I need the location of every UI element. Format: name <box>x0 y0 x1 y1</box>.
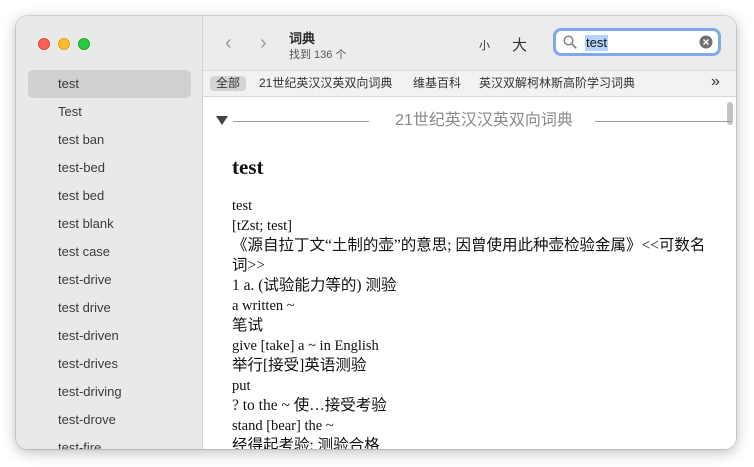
results-list: test Test test ban test-bed test bed tes… <box>28 70 191 449</box>
result-item[interactable]: test-driving <box>28 378 191 406</box>
result-item[interactable]: test blank <box>28 210 191 238</box>
forward-button[interactable]: › <box>260 33 267 53</box>
window-title: 词典 <box>289 31 316 46</box>
tab-21st-century-dictionary[interactable]: 21世纪英汉汉英双向词典 <box>259 76 392 91</box>
entry-line: test <box>232 198 253 214</box>
definition-view: 21世纪英汉汉英双向词典 test test [tZst; test] 《源自拉… <box>203 98 736 449</box>
result-item[interactable]: test case <box>28 238 191 266</box>
entry-line: 笔试 <box>232 317 264 334</box>
result-item[interactable]: test-drove <box>28 406 191 434</box>
tab-wikipedia[interactable]: 维基百科 <box>413 76 461 91</box>
result-item[interactable]: test-drive <box>28 266 191 294</box>
clear-icon[interactable] <box>699 35 713 49</box>
result-item[interactable]: test bed <box>28 182 191 210</box>
sidebar: test Test test ban test-bed test bed tes… <box>16 16 203 449</box>
main-panel: ‹ › 词典 找到 136 个 小 大 test 全部 21世纪英汉汉英双向词典… <box>203 16 736 449</box>
more-tabs-icon[interactable]: » <box>711 73 720 91</box>
search-field[interactable]: test <box>553 28 721 56</box>
font-size-smaller-button[interactable]: 小 <box>479 37 490 53</box>
tab-all[interactable]: 全部 <box>210 76 247 91</box>
result-item[interactable]: test <box>28 70 191 98</box>
result-item[interactable]: test-driven <box>28 322 191 350</box>
dictionary-section-header: 21世纪英汉汉英双向词典 <box>216 111 731 131</box>
entry-line: give [take] a ~ in English <box>232 338 379 354</box>
result-item[interactable]: test-bed <box>28 154 191 182</box>
dictionary-name: 21世纪英汉汉英双向词典 <box>395 112 573 129</box>
dictionary-tabs: 全部 21世纪英汉汉英双向词典 维基百科 英汉双解柯林斯高阶学习词典 » <box>203 70 736 97</box>
result-item[interactable]: test-fire <box>28 434 191 449</box>
window-controls <box>38 38 90 50</box>
result-item[interactable]: Test <box>28 98 191 126</box>
entry-line: ? to the ~ 使…接受考验 <box>232 397 387 414</box>
entry-line: put <box>232 378 251 394</box>
close-window-button[interactable] <box>38 38 50 50</box>
headword: test <box>232 155 264 179</box>
result-item[interactable]: test-drives <box>28 350 191 378</box>
back-button[interactable]: ‹ <box>225 33 232 53</box>
minimize-window-button[interactable] <box>58 38 70 50</box>
toolbar: ‹ › 词典 找到 136 个 小 大 test <box>203 16 736 70</box>
header-rule-left <box>233 121 369 122</box>
entry-line: a written ~ <box>232 298 295 314</box>
entry-line: 《源自拉丁文“土制的壶”的意思; 因曾使用此种壶检验金属》<<可数名词>> <box>232 237 706 274</box>
result-item[interactable]: test drive <box>28 294 191 322</box>
result-item[interactable]: test ban <box>28 126 191 154</box>
dictionary-window: test Test test ban test-bed test bed tes… <box>16 16 736 449</box>
search-icon <box>563 35 577 49</box>
tab-collins-dictionary[interactable]: 英汉双解柯林斯高阶学习词典 <box>479 76 635 91</box>
entry-line: 经得起考验; 测验合格 <box>232 437 380 449</box>
result-count: 找到 136 个 <box>289 49 347 61</box>
header-rule-right <box>595 121 731 122</box>
disclosure-triangle-icon[interactable] <box>216 116 228 125</box>
entry-line: stand [bear] the ~ <box>232 418 334 434</box>
entry-line: 1 a. (试验能力等的) 测验 <box>232 277 397 294</box>
pronunciation: [tZst; test] <box>232 218 293 234</box>
dictionary-entry: test test [tZst; test] 《源自拉丁文“土制的壶”的意思; … <box>232 155 712 449</box>
zoom-window-button[interactable] <box>78 38 90 50</box>
search-input[interactable]: test <box>585 35 608 51</box>
font-size-larger-button[interactable]: 大 <box>512 34 527 55</box>
entry-line: 举行[接受]英语测验 <box>232 357 367 374</box>
